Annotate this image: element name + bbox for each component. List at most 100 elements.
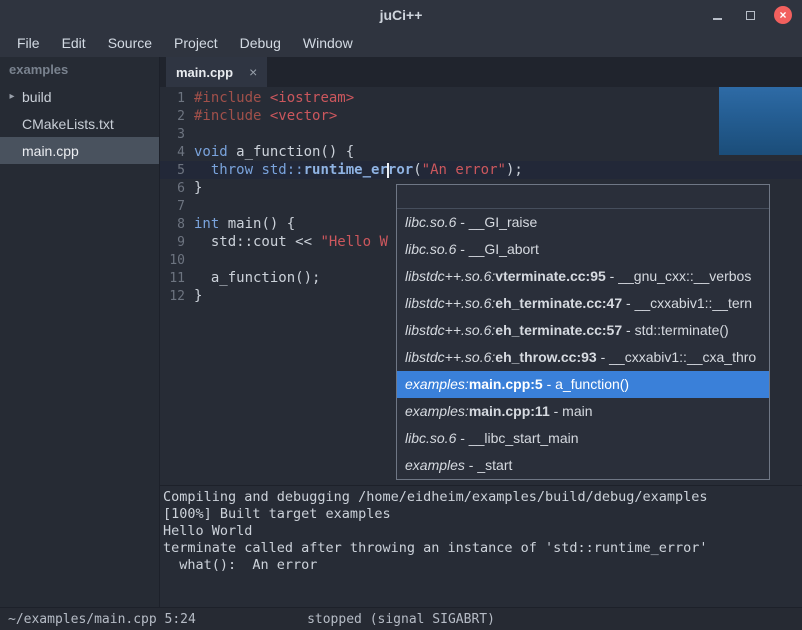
close-button[interactable]: ×: [774, 6, 792, 24]
code-text: void a_function() {: [194, 144, 354, 160]
line-number[interactable]: 8: [160, 217, 194, 232]
line-number[interactable]: 11: [160, 271, 194, 286]
frame-function: - __gnu_cxx::__verbos: [606, 268, 752, 284]
terminal-line: Compiling and debugging /home/eidheim/ex…: [163, 489, 802, 506]
stack-frame-row[interactable]: examples:main.cpp:5 - a_function(): [397, 371, 769, 398]
tree-item-build[interactable]: ▸build: [0, 83, 159, 110]
terminal-line: Hello World: [163, 523, 802, 540]
tab-close-icon[interactable]: ×: [249, 64, 257, 80]
code-text: }: [194, 180, 202, 196]
editor-line[interactable]: 1#include <iostream>: [160, 89, 802, 107]
code-text: a_function();: [194, 270, 320, 286]
terminal-line: terminate called after throwing an insta…: [163, 540, 802, 557]
frame-file: eh_terminate.cc:47: [495, 295, 622, 311]
frame-library: libstdc++.so.6:: [405, 349, 495, 365]
tree-item-cmakelists-txt[interactable]: CMakeLists.txt: [0, 110, 159, 137]
frame-library: libstdc++.so.6:: [405, 295, 495, 311]
tab-main-cpp[interactable]: main.cpp ×: [166, 57, 267, 87]
terminal-panel[interactable]: Compiling and debugging /home/eidheim/ex…: [160, 485, 802, 607]
restore-button[interactable]: [741, 6, 759, 24]
frame-function: - __libc_start_main: [456, 430, 578, 446]
menu-item-window[interactable]: Window: [292, 30, 364, 57]
menu-item-debug[interactable]: Debug: [229, 30, 292, 57]
stack-frame-row[interactable]: libstdc++.so.6:eh_throw.cc:93 - __cxxabi…: [397, 344, 769, 371]
code-text: throw std::runtime_error("An error");: [194, 162, 523, 178]
menu-item-file[interactable]: File: [6, 30, 51, 57]
editor-line[interactable]: 4void a_function() {: [160, 143, 802, 161]
line-number[interactable]: 6: [160, 181, 194, 196]
stack-frame-row[interactable]: libstdc++.so.6:eh_terminate.cc:57 - std:…: [397, 317, 769, 344]
frame-library: libc.so.6: [405, 214, 456, 230]
line-number[interactable]: 9: [160, 235, 194, 250]
frame-file: eh_throw.cc:93: [495, 349, 596, 365]
sidebar-header: examples: [0, 57, 159, 83]
code-text: std::cout << "Hello W: [194, 234, 388, 250]
stack-frame-row[interactable]: examples - _start: [397, 452, 769, 479]
frame-function: - a_function(): [543, 376, 629, 392]
frame-function: - __cxxabiv1::__tern: [622, 295, 752, 311]
frame-library: libstdc++.so.6:: [405, 268, 495, 284]
stack-frame-row[interactable]: libc.so.6 - __GI_raise: [397, 209, 769, 236]
line-number[interactable]: 1: [160, 91, 194, 106]
line-number[interactable]: 5: [160, 163, 194, 178]
menubar: FileEditSourceProjectDebugWindow: [0, 30, 802, 57]
frame-function: - std::terminate(): [622, 322, 729, 338]
menu-item-source[interactable]: Source: [97, 30, 163, 57]
statusbar: stopped (signal SIGABRT) ~/examples/main…: [0, 607, 802, 630]
tree-item-label: main.cpp: [20, 143, 79, 159]
frame-library: examples:: [405, 403, 469, 419]
tree-item-label: build: [20, 89, 52, 105]
code-text: }: [194, 288, 202, 304]
code-text: int main() {: [194, 216, 295, 232]
line-number[interactable]: 2: [160, 109, 194, 124]
menu-item-edit[interactable]: Edit: [51, 30, 97, 57]
line-number[interactable]: 12: [160, 289, 194, 304]
line-number[interactable]: 4: [160, 145, 194, 160]
restore-icon: [746, 11, 755, 20]
frame-file: main.cpp:5: [469, 376, 543, 392]
frame-function: - __cxxabiv1::__cxa_thro: [597, 349, 757, 365]
frame-library: libc.so.6: [405, 241, 456, 257]
blue-overlay: [719, 87, 802, 155]
frame-file: eh_terminate.cc:57: [495, 322, 622, 338]
frame-function: - __GI_raise: [456, 214, 537, 230]
minimize-button[interactable]: [708, 6, 726, 24]
tree-item-main-cpp[interactable]: main.cpp: [0, 137, 159, 164]
window-controls: ×: [708, 0, 792, 30]
stack-frame-row[interactable]: libstdc++.so.6:eh_terminate.cc:47 - __cx…: [397, 290, 769, 317]
stack-frame-row[interactable]: libc.so.6 - __libc_start_main: [397, 425, 769, 452]
terminal-line: what(): An error: [163, 557, 802, 574]
editor-line[interactable]: 2#include <vector>: [160, 107, 802, 125]
expander-icon: ▸: [4, 91, 20, 102]
file-tree-sidebar: examples ▸build CMakeLists.txt main.cpp: [0, 57, 160, 607]
frame-function: - main: [550, 403, 593, 419]
editor-line[interactable]: 5 throw std::runtime_error("An error");: [160, 161, 802, 179]
frame-library: libstdc++.so.6:: [405, 322, 495, 338]
line-number[interactable]: 3: [160, 127, 194, 142]
titlebar: juCi++ ×: [0, 0, 802, 30]
stack-trace-popup: libc.so.6 - __GI_raiselibc.so.6 - __GI_a…: [396, 184, 770, 480]
line-number[interactable]: 10: [160, 253, 194, 268]
popup-list: libc.so.6 - __GI_raiselibc.so.6 - __GI_a…: [397, 209, 769, 479]
frame-function: - __GI_abort: [456, 241, 539, 257]
tree-item-label: CMakeLists.txt: [20, 116, 114, 132]
code-text: #include <vector>: [194, 108, 337, 124]
frame-library: examples:: [405, 376, 469, 392]
editor-line[interactable]: 3: [160, 125, 802, 143]
status-file-position: ~/examples/main.cpp 5:24: [0, 612, 196, 627]
terminal-line: [100%] Built target examples: [163, 506, 802, 523]
popup-search-input[interactable]: [397, 185, 769, 209]
frame-file: main.cpp:11: [469, 403, 550, 419]
menu-item-project[interactable]: Project: [163, 30, 229, 57]
frame-function: - _start: [465, 457, 512, 473]
stack-frame-row[interactable]: libc.so.6 - __GI_abort: [397, 236, 769, 263]
frame-library: examples: [405, 457, 465, 473]
window-title: juCi++: [0, 7, 802, 23]
stack-frame-row[interactable]: libstdc++.so.6:vterminate.cc:95 - __gnu_…: [397, 263, 769, 290]
frame-library: libc.so.6: [405, 430, 456, 446]
line-number[interactable]: 7: [160, 199, 194, 214]
code-text: #include <iostream>: [194, 90, 354, 106]
tab-label: main.cpp: [176, 65, 233, 80]
stack-frame-row[interactable]: examples:main.cpp:11 - main: [397, 398, 769, 425]
close-icon: ×: [779, 9, 786, 21]
